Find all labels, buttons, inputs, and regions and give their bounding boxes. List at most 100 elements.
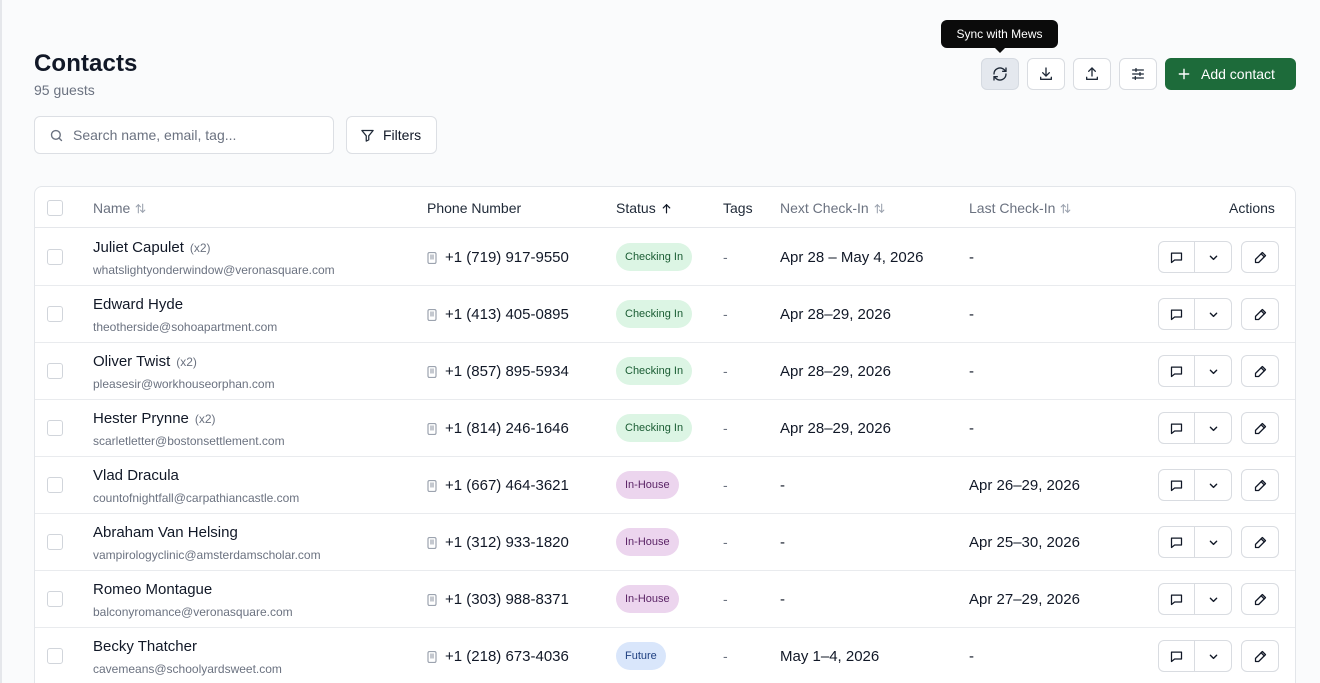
pencil-icon bbox=[1254, 422, 1266, 434]
row-checkbox[interactable] bbox=[47, 591, 63, 607]
message-options-dropdown[interactable] bbox=[1195, 584, 1231, 614]
message-options-dropdown[interactable] bbox=[1195, 527, 1231, 557]
contact-name[interactable]: Romeo Montague bbox=[93, 581, 212, 598]
select-all-checkbox[interactable] bbox=[47, 200, 63, 216]
filter-icon bbox=[361, 129, 374, 142]
column-phone-label: Phone Number bbox=[427, 200, 522, 216]
chevron-down-icon bbox=[1209, 597, 1217, 602]
row-checkbox[interactable] bbox=[47, 420, 63, 436]
filters-button[interactable]: Filters bbox=[346, 116, 437, 154]
message-button[interactable] bbox=[1159, 584, 1196, 614]
message-button[interactable] bbox=[1159, 641, 1196, 671]
next-checkin: Apr 28–29, 2026 bbox=[780, 306, 891, 323]
column-last-label: Last Check-In bbox=[969, 200, 1056, 216]
contact-email: pleasesir@workhouseorphan.com bbox=[93, 377, 275, 391]
edit-contact-button[interactable] bbox=[1241, 469, 1279, 501]
plus-icon bbox=[1178, 68, 1190, 80]
edit-contact-button[interactable] bbox=[1241, 583, 1279, 615]
contacts-table: Name Phone Number Status Tags Next Check… bbox=[34, 186, 1296, 683]
page-title: Contacts bbox=[34, 50, 138, 77]
message-button[interactable] bbox=[1159, 242, 1196, 272]
edit-contact-button[interactable] bbox=[1241, 241, 1279, 273]
column-header-next-checkin[interactable]: Next Check-In bbox=[780, 200, 886, 216]
message-button[interactable] bbox=[1159, 470, 1196, 500]
next-checkin: May 1–4, 2026 bbox=[780, 648, 880, 665]
row-checkbox[interactable] bbox=[47, 648, 63, 664]
guest-count: 95 guests bbox=[34, 82, 95, 98]
sync-icon bbox=[993, 67, 1007, 81]
phone-cell: +1 (857) 895-5934 bbox=[427, 363, 569, 380]
column-header-name[interactable]: Name bbox=[93, 200, 147, 216]
contact-name[interactable]: Oliver Twist bbox=[93, 353, 170, 370]
download-icon bbox=[1040, 67, 1052, 80]
table-row: Vlad Dracula countofnightfall@carpathian… bbox=[35, 457, 1295, 514]
sliders-icon bbox=[1132, 68, 1144, 80]
sort-icon bbox=[1061, 203, 1071, 213]
message-options-dropdown[interactable] bbox=[1195, 356, 1231, 386]
upload-button[interactable] bbox=[1073, 58, 1111, 90]
sync-button[interactable] bbox=[981, 58, 1019, 90]
row-checkbox[interactable] bbox=[47, 534, 63, 550]
contact-name[interactable]: Edward Hyde bbox=[93, 296, 183, 313]
message-button[interactable] bbox=[1159, 299, 1196, 329]
message-options-dropdown[interactable] bbox=[1195, 470, 1231, 500]
column-header-last-checkin[interactable]: Last Check-In bbox=[969, 200, 1072, 216]
table-row: Edward Hyde theotherside@sohoapartment.c… bbox=[35, 286, 1295, 343]
table-header: Name Phone Number Status Tags Next Check… bbox=[35, 187, 1295, 228]
phone-number: +1 (719) 917-9550 bbox=[445, 249, 569, 266]
table-row: Romeo Montague balconyromance@veronasqua… bbox=[35, 571, 1295, 628]
name-cell: Edward Hyde bbox=[93, 296, 189, 313]
contact-email: theotherside@sohoapartment.com bbox=[93, 320, 278, 334]
message-button[interactable] bbox=[1159, 413, 1196, 443]
row-checkbox[interactable] bbox=[47, 477, 63, 493]
phone-number: +1 (667) 464-3621 bbox=[445, 477, 569, 494]
search-input[interactable] bbox=[73, 127, 313, 143]
pencil-icon bbox=[1254, 251, 1266, 263]
column-header-status[interactable]: Status bbox=[616, 200, 673, 216]
message-options-dropdown[interactable] bbox=[1195, 242, 1231, 272]
name-cell: Romeo Montague bbox=[93, 581, 218, 598]
message-button[interactable] bbox=[1159, 356, 1196, 386]
stay-count: (x2) bbox=[189, 241, 211, 255]
message-options-dropdown[interactable] bbox=[1195, 641, 1231, 671]
contact-name[interactable]: Abraham Van Helsing bbox=[93, 524, 238, 541]
name-cell: Oliver Twist (x2) bbox=[93, 353, 197, 370]
phone-cell: +1 (218) 673-4036 bbox=[427, 648, 569, 665]
last-checkin: Apr 26–29, 2026 bbox=[969, 477, 1080, 494]
edit-contact-button[interactable] bbox=[1241, 298, 1279, 330]
table-row: Abraham Van Helsing vampirologyclinic@am… bbox=[35, 514, 1295, 571]
message-button[interactable] bbox=[1159, 527, 1196, 557]
contact-name[interactable]: Hester Prynne bbox=[93, 410, 189, 427]
contact-name[interactable]: Vlad Dracula bbox=[93, 467, 179, 484]
download-button[interactable] bbox=[1027, 58, 1065, 90]
message-options-dropdown[interactable] bbox=[1195, 299, 1231, 329]
contact-name[interactable]: Becky Thatcher bbox=[93, 638, 197, 655]
column-settings-button[interactable] bbox=[1119, 58, 1157, 90]
tags-cell: - bbox=[723, 249, 728, 265]
upload-icon bbox=[1086, 67, 1098, 80]
edit-contact-button[interactable] bbox=[1241, 355, 1279, 387]
name-cell: Abraham Van Helsing bbox=[93, 524, 244, 541]
name-cell: Juliet Capulet (x2) bbox=[93, 239, 211, 256]
message-icon bbox=[1170, 309, 1183, 320]
message-options-dropdown[interactable] bbox=[1195, 413, 1231, 443]
phone-icon bbox=[427, 251, 437, 264]
row-checkbox[interactable] bbox=[47, 363, 63, 379]
phone-icon bbox=[427, 593, 437, 606]
next-checkin: Apr 28–29, 2026 bbox=[780, 363, 891, 380]
status-badge: Checking In bbox=[616, 300, 693, 328]
search-box[interactable] bbox=[34, 116, 334, 154]
status-badge: In-House bbox=[616, 585, 679, 613]
status-badge: In-House bbox=[616, 471, 679, 499]
edit-contact-button[interactable] bbox=[1241, 526, 1279, 558]
chevron-down-icon bbox=[1209, 540, 1217, 545]
edit-contact-button[interactable] bbox=[1241, 412, 1279, 444]
pencil-icon bbox=[1254, 479, 1266, 491]
row-checkbox[interactable] bbox=[47, 306, 63, 322]
edit-contact-button[interactable] bbox=[1241, 640, 1279, 672]
contact-name[interactable]: Juliet Capulet bbox=[93, 239, 184, 256]
add-contact-button[interactable]: Add contact bbox=[1165, 58, 1296, 90]
row-checkbox[interactable] bbox=[47, 249, 63, 265]
column-header-actions: Actions bbox=[1229, 200, 1275, 216]
phone-cell: +1 (814) 246-1646 bbox=[427, 420, 569, 437]
